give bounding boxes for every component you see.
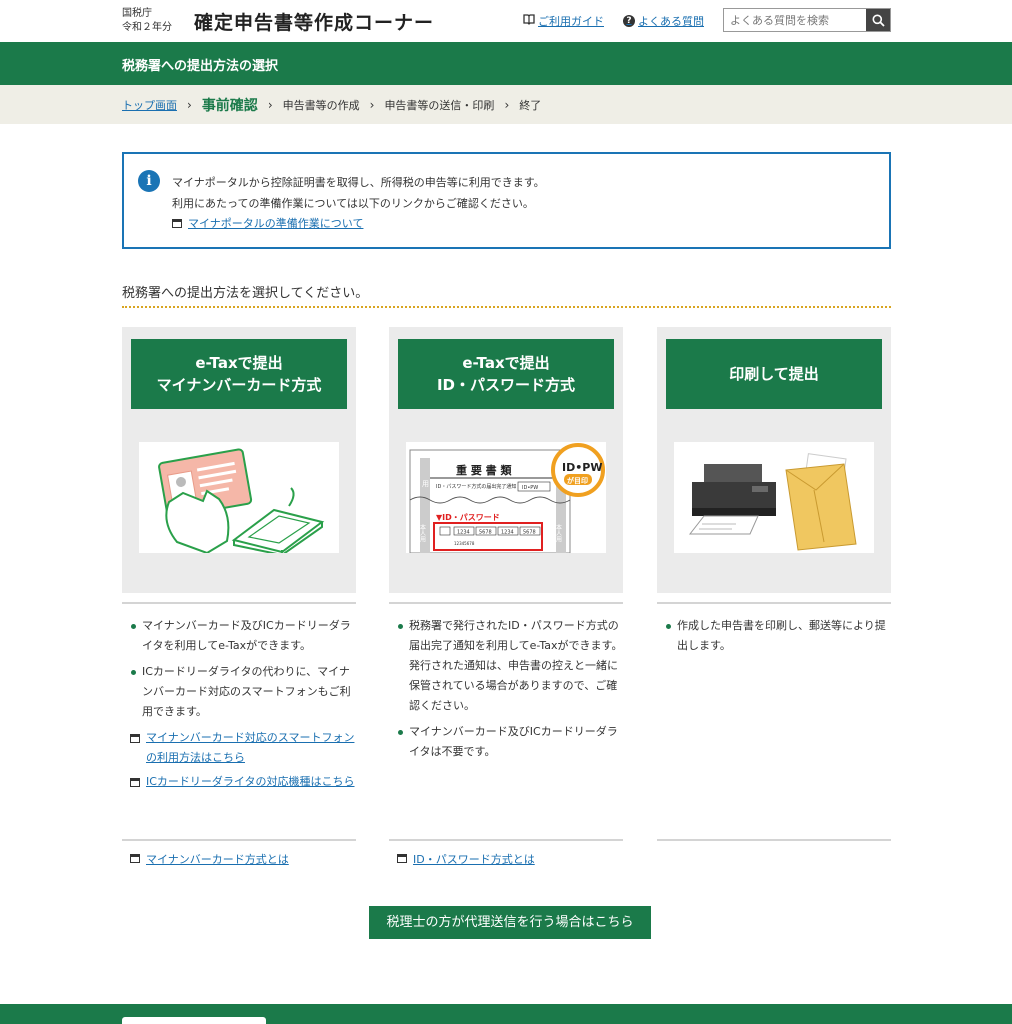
new-window-icon [397, 854, 407, 863]
print-option: 印刷して提出 [657, 327, 891, 593]
divider [122, 602, 356, 604]
print-description: 作成した申告書を印刷し、郵送等により提出します。 [657, 616, 891, 662]
doc-title-text: 重 要 書 類 [456, 463, 512, 477]
divider [389, 839, 623, 841]
doc-subtitle-text: ID・パスワード方式の届出完了通知 [436, 483, 516, 490]
list-item: ICカードリーダライタの代わりに、マイナンバーカード対応のスマートフォンもご利用… [122, 662, 356, 722]
site-title[interactable]: 確定申告書等作成コーナー [194, 8, 434, 35]
mynumber-card-illustration [139, 442, 339, 557]
page-title-bar: 税務署への提出方法の選択 [0, 42, 1012, 85]
search-button[interactable] [866, 9, 890, 31]
pw-label-text: ▼ID・パスワード [436, 512, 500, 522]
stamp-left-text: 用 [422, 480, 429, 488]
id-password-option: e-Taxで提出 ID・パスワード方式 用 重 要 書 類 ID・パスワード方式… [389, 327, 623, 593]
id-password-description: 税務署で発行されたID・パスワード方式の届出完了通知を利用してe-Taxができま… [389, 616, 623, 768]
breadcrumb-current: 事前確認 [201, 97, 258, 114]
page-title: 税務署への提出方法の選択 [122, 59, 279, 74]
agency-name: 国税庁 [122, 8, 152, 19]
note-text: 発行された通知は、申告書の控えと一緒に保管されている場合がありますので、ご確認く… [409, 659, 618, 712]
id-pw-tag-text: ID•PW [522, 485, 538, 491]
info-icon: i [138, 170, 160, 192]
myportal-prep-link[interactable]: マイナポータルの準備作業について [172, 215, 363, 231]
divider [657, 602, 891, 604]
divider [389, 602, 623, 604]
faq-link[interactable]: ? よくある質問 [623, 13, 704, 29]
breadcrumb-step-create: 申告書等の作成 [282, 98, 360, 112]
divider [122, 839, 356, 841]
selection-prompt: 税務署への提出方法を選択してください。 [122, 286, 369, 301]
search-icon [872, 14, 885, 27]
code-2: 5678 [479, 530, 492, 536]
mynumber-method-link-label[interactable]: マイナンバーカード方式とは [146, 853, 289, 866]
myportal-prep-link-label[interactable]: マイナポータルの準備作業について [188, 215, 363, 231]
divider [657, 839, 891, 841]
footer-tab [122, 1017, 266, 1024]
badge-text-1: ID•PW [562, 461, 602, 474]
guide-link-label[interactable]: ご利用ガイド [538, 13, 604, 29]
mynumber-card-button[interactable]: e-Taxで提出 マイナンバーカード方式 [131, 339, 347, 409]
list-item: マイナンバーカード及びICカードリーダライタは不要です。 [389, 722, 623, 762]
reader-models-link[interactable]: ICカードリーダライタの対応機種はこちら [122, 772, 356, 792]
breadcrumb-separator: › [267, 97, 273, 112]
stamp-right-text: 本人用 [555, 523, 562, 543]
breadcrumb-step-end: 終了 [519, 98, 542, 112]
list-item: 作成した申告書を印刷し、郵送等により提出します。 [657, 616, 891, 656]
new-window-icon [172, 218, 182, 228]
smartphone-usage-link-label[interactable]: マイナンバーカード対応のスマートフォンの利用方法はこちら [146, 731, 354, 764]
id-password-method-link[interactable]: ID・パスワード方式とは [389, 851, 535, 867]
smartphone-usage-link[interactable]: マイナンバーカード対応のスマートフォンの利用方法はこちら [122, 728, 356, 768]
reader-models-link-label[interactable]: ICカードリーダライタの対応機種はこちら [146, 775, 354, 788]
agency-label: 国税庁 令和２年分 [122, 7, 172, 35]
new-window-icon [130, 854, 140, 863]
printer-envelope-illustration [674, 442, 874, 553]
id-password-button[interactable]: e-Taxで提出 ID・パスワード方式 [398, 339, 614, 409]
id-password-method-link-label[interactable]: ID・パスワード方式とは [413, 853, 535, 866]
button-label[interactable]: 印刷して提出 [729, 363, 819, 385]
list-item: 税務署で発行されたID・パスワード方式の届出完了通知を利用してe-Taxができま… [389, 616, 623, 656]
breadcrumb-separator: › [504, 97, 510, 112]
tax-accountant-proxy-button[interactable]: 税理士の方が代理送信を行う場合はこちら [369, 906, 651, 939]
faq-search [723, 8, 891, 32]
button-label-line2[interactable]: マイナンバーカード方式 [157, 374, 322, 396]
book-icon [523, 14, 535, 28]
mynumber-card-option: e-Taxで提出 マイナンバーカード方式 [122, 327, 356, 593]
info-box: i マイナポータルから控除証明書を取得し、所得税の申告等に利用できます。 利用に… [122, 152, 891, 249]
search-input[interactable] [724, 9, 866, 31]
breadcrumb-separator: › [187, 97, 192, 112]
code-1: 1234 [457, 530, 470, 536]
code-4: 5678 [523, 530, 536, 536]
list-item: マイナンバーカード及びICカードリーダライタを利用してe-Taxができます。 [122, 616, 356, 656]
tax-year: 令和２年分 [122, 22, 172, 33]
breadcrumb-step-send: 申告書等の送信・印刷 [384, 98, 495, 112]
new-window-icon [130, 778, 140, 787]
badge-text-2: が目印 [567, 476, 588, 485]
guide-link[interactable]: ご利用ガイド [523, 13, 604, 29]
code-3: 1234 [501, 530, 514, 536]
breadcrumb-top-link[interactable]: トップ画面 [122, 97, 177, 113]
info-text-1: マイナポータルから控除証明書を取得し、所得税の申告等に利用できます。 [172, 176, 545, 189]
question-icon: ? [623, 15, 635, 27]
new-window-icon [130, 734, 140, 743]
dotted-divider [122, 306, 891, 308]
footer [0, 1004, 1012, 1024]
faq-link-label[interactable]: よくある質問 [638, 13, 704, 29]
mynumber-method-link[interactable]: マイナンバーカード方式とは [122, 851, 289, 867]
stamp-left2-text: 本人用 [419, 523, 426, 543]
site-header: 国税庁 令和２年分 確定申告書等作成コーナー ご利用ガイド ? よくある質問 [0, 0, 1012, 42]
breadcrumb-separator: › [369, 97, 375, 112]
id-password-notice-illustration: 用 重 要 書 類 ID・パスワード方式の届出完了通知 ID•PW ▼ID・パス… [406, 442, 606, 554]
mynumber-card-description: マイナンバーカード及びICカードリーダライタを利用してe-Taxができます。 I… [122, 616, 356, 796]
print-button[interactable]: 印刷して提出 [666, 339, 882, 409]
info-text-2: 利用にあたっての準備作業については以下のリンクからご確認ください。 [172, 197, 534, 210]
breadcrumb: トップ画面 › 事前確認 › 申告書等の作成 › 申告書等の送信・印刷 › 終了 [0, 85, 1012, 124]
button-label-line1[interactable]: e-Taxで提出 [462, 352, 549, 374]
serial-text: 12345678 [454, 541, 475, 546]
button-label-line2[interactable]: ID・パスワード方式 [437, 374, 575, 396]
button-label-line1[interactable]: e-Taxで提出 [195, 352, 282, 374]
